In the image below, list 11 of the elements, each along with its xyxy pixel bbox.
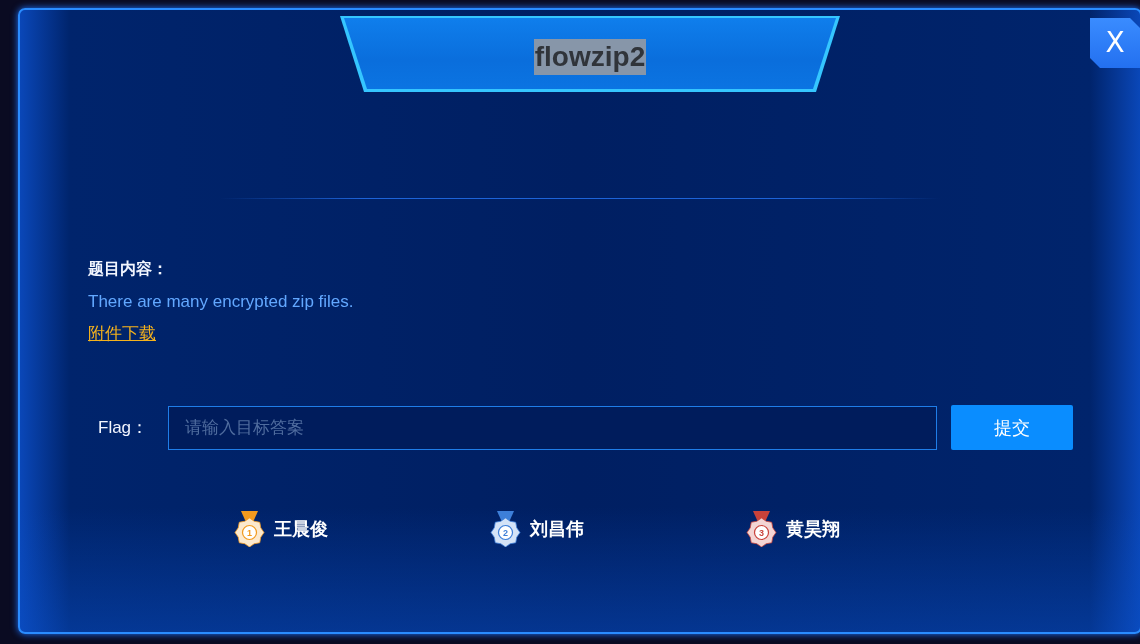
attachment-download-link[interactable]: 附件下载 [88,319,156,349]
close-button[interactable]: X [1090,18,1140,68]
winner-name: 刘昌伟 [530,518,584,541]
window-title: flowzip2 [533,38,647,75]
flag-input[interactable]: 请输入目标答案 [168,405,937,450]
winner-name: 黄昊翔 [786,518,840,541]
challenge-description: There are many encrypted zip files. [88,291,354,313]
winner-name: 王晨俊 [274,518,328,541]
submit-button[interactable]: 提交 [951,405,1073,450]
content-label: 题目内容： [88,259,168,279]
flag-label: Flag： [98,417,150,439]
